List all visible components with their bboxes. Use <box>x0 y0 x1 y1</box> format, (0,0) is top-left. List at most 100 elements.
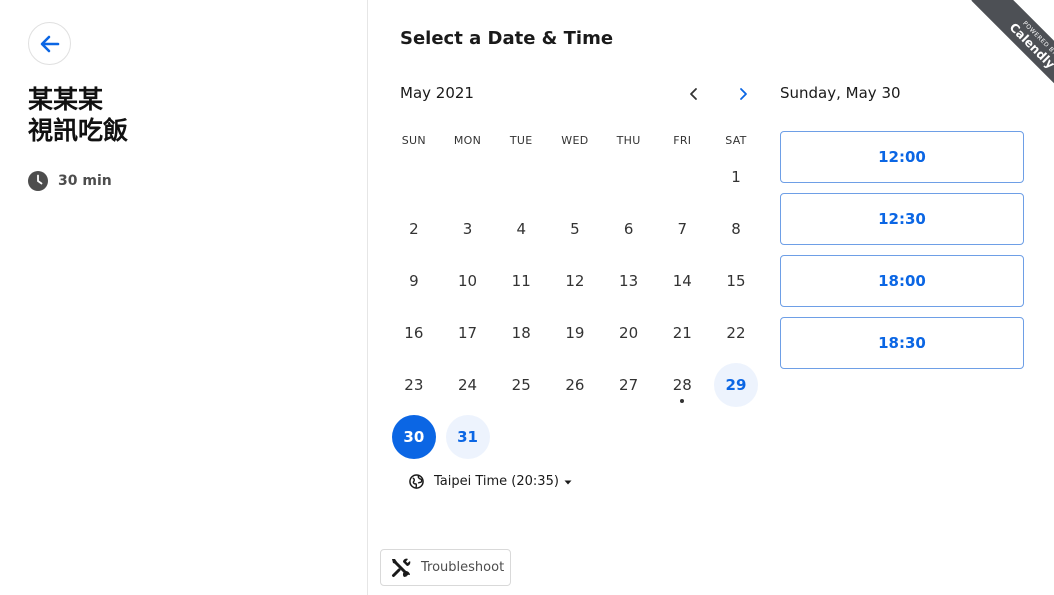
calendar-day: 7 <box>655 203 709 255</box>
calendar-blank-cell <box>494 151 548 203</box>
day-number: 22 <box>726 324 746 342</box>
calendar-day: 12 <box>548 255 602 307</box>
calendar-day: 23 <box>387 359 441 411</box>
timezone-selector[interactable]: Taipei Time (20:35) <box>409 474 573 489</box>
day-number: 25 <box>511 376 531 394</box>
calendar-day-selected[interactable]: 30 <box>387 411 441 463</box>
ribbon: POWERED BY Calendly <box>971 0 1054 100</box>
day-number: 2 <box>409 220 419 238</box>
day-number: 6 <box>623 220 634 238</box>
calendar-day: 19 <box>548 307 602 359</box>
month-label: May 2021 <box>400 84 474 102</box>
calendar-day-available[interactable]: 31 <box>441 411 495 463</box>
calendar-day: 11 <box>494 255 548 307</box>
previous-month-button[interactable] <box>682 82 706 106</box>
day-number: 13 <box>619 272 639 290</box>
page-title: Select a Date & Time <box>400 28 614 49</box>
weekday-header-row: SUN MON TUE WED THU FRI SAT <box>387 134 763 147</box>
day-number: 24 <box>457 376 478 394</box>
calendar-day: 26 <box>548 359 602 411</box>
day-number: 3 <box>462 220 473 238</box>
selected-date-heading: Sunday, May 30 <box>780 84 901 102</box>
day-number: 14 <box>672 272 692 290</box>
day-number: 18 <box>511 324 531 342</box>
day-number: 11 <box>511 272 531 290</box>
calendar-day-available[interactable]: 29 <box>709 359 763 411</box>
calendar-blank-cell <box>602 151 656 203</box>
weekday-label: TUE <box>509 134 533 147</box>
weekday-label: THU <box>616 134 641 147</box>
day-number: 4 <box>516 220 526 238</box>
day-number: 19 <box>565 324 585 342</box>
calendar-blank-cell <box>441 151 495 203</box>
calendar-day: 2 <box>387 203 441 255</box>
day-number: 12 <box>565 272 585 290</box>
chevron-left-icon <box>690 88 697 100</box>
powered-by-calendly-badge[interactable]: POWERED BY Calendly <box>954 0 1054 100</box>
time-slot-button[interactable]: 18:30 <box>780 317 1024 369</box>
calendar-day: 17 <box>441 307 495 359</box>
calendar-day: 13 <box>602 255 656 307</box>
calendar-day: 16 <box>387 307 441 359</box>
day-number: 21 <box>672 324 692 342</box>
calendar-day: 14 <box>655 255 709 307</box>
event-title: 某某某 視訊吃飯 <box>28 85 129 145</box>
calendar-day: 8 <box>709 203 763 255</box>
day-number: 31 <box>445 415 490 459</box>
chevron-right-icon <box>740 88 747 100</box>
time-slot-button[interactable]: 12:30 <box>780 193 1024 245</box>
calendar-day: 24 <box>441 359 495 411</box>
weekday-label: SAT <box>725 134 747 147</box>
wrench-icon <box>392 558 411 577</box>
calendar-days-grid: 1 2 3 4 5 6 7 8 9 10 11 12 13 14 15 16 17 18 19 20 21 22 23 24 2… <box>387 151 763 463</box>
next-month-button[interactable] <box>731 82 755 106</box>
day-number: 23 <box>404 376 424 394</box>
calendar-day: 27 <box>602 359 656 411</box>
globe-icon <box>409 474 424 489</box>
duration-label: 30 min <box>58 173 112 189</box>
time-slot-button[interactable]: 18:00 <box>780 255 1024 307</box>
calendar-day: 25 <box>494 359 548 411</box>
day-number: 17 <box>457 324 478 342</box>
weekday-label: SUN <box>401 134 426 147</box>
weekday-label: WED <box>561 134 589 147</box>
weekday-label: MON <box>453 134 482 147</box>
day-number: 26 <box>565 376 585 394</box>
calendar-day: 18 <box>494 307 548 359</box>
troubleshoot-button[interactable]: Troubleshoot <box>380 549 511 586</box>
caret-down-icon <box>564 480 572 484</box>
calendar-day: 20 <box>602 307 656 359</box>
arrow-left-icon <box>40 35 59 52</box>
day-number: 27 <box>619 376 639 394</box>
day-number: 8 <box>731 220 741 238</box>
calendar-blank-cell <box>548 151 602 203</box>
calendar-day: 3 <box>441 203 495 255</box>
calendar-day: 5 <box>548 203 602 255</box>
day-number: 29 <box>713 363 758 407</box>
day-number: 10 <box>457 272 478 290</box>
day-number: 7 <box>677 220 688 238</box>
day-number: 30 <box>391 415 436 459</box>
calendar-day: 21 <box>655 307 709 359</box>
calendar-day: 1 <box>709 151 763 203</box>
weekday-label: FRI <box>673 134 692 147</box>
calendar-day: 22 <box>709 307 763 359</box>
day-number: 16 <box>404 324 424 342</box>
day-number: 1 <box>731 168 741 186</box>
calendar-day: 4 <box>494 203 548 255</box>
scheduler-panel: Select a Date & Time May 2021 SUN MON TUE W… <box>369 0 1054 595</box>
day-number: 5 <box>570 220 580 238</box>
calendar-blank-cell <box>387 151 441 203</box>
day-number: 20 <box>619 324 639 342</box>
time-slot-button[interactable]: 12:00 <box>780 131 1024 183</box>
day-number: 15 <box>726 272 746 290</box>
calendar-blank-cell <box>655 151 709 203</box>
day-number: 9 <box>409 272 419 290</box>
calendar-day: 15 <box>709 255 763 307</box>
clock-icon <box>28 171 48 191</box>
timezone-label: Taipei Time (20:35) <box>434 474 559 489</box>
calendar-day: 6 <box>602 203 656 255</box>
troubleshoot-label: Troubleshoot <box>421 560 505 575</box>
calendar-day: 28 <box>655 359 709 411</box>
back-button[interactable] <box>28 22 71 65</box>
